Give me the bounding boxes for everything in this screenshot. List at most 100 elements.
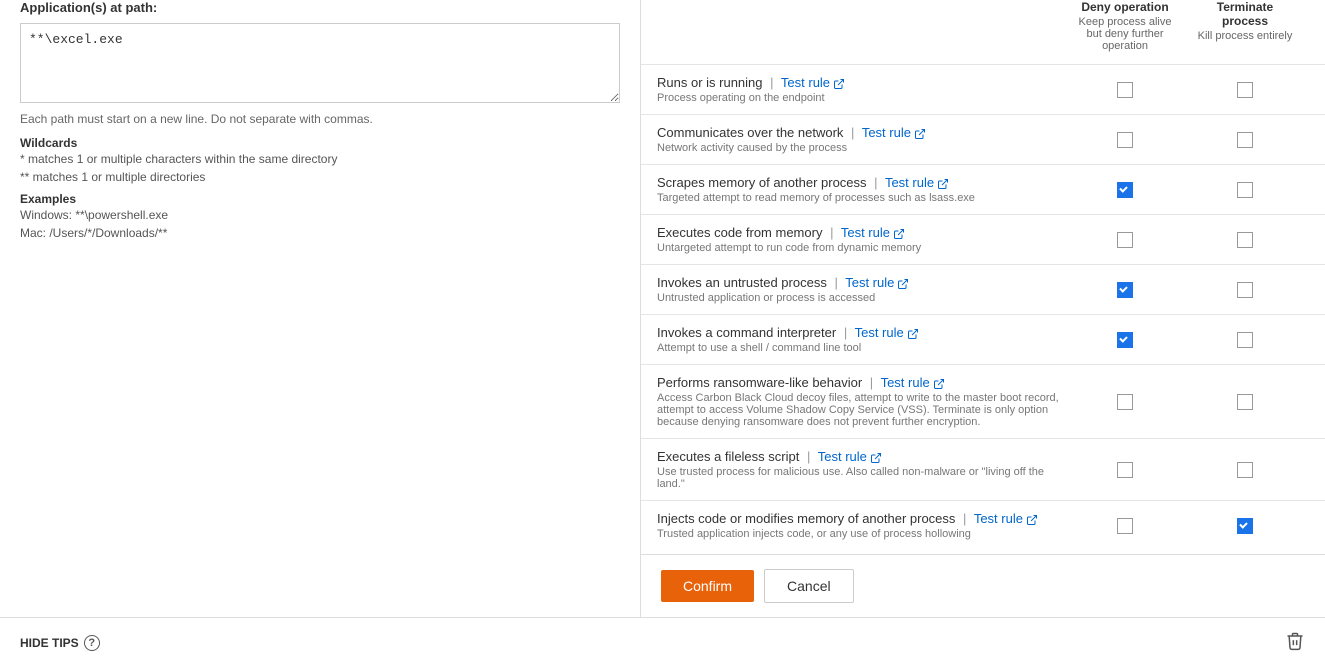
rules-container: Runs or is running | Test ruleProcess op… bbox=[641, 64, 1325, 550]
checkbox-cell-deny bbox=[1065, 132, 1185, 148]
checkbox-cell-deny bbox=[1065, 182, 1185, 198]
column-headers: Deny operation Keep process alive but de… bbox=[641, 0, 1325, 64]
external-link-icon bbox=[1026, 514, 1038, 526]
rule-row: Injects code or modifies memory of anoth… bbox=[641, 500, 1325, 550]
test-rule-link[interactable]: Test rule bbox=[885, 175, 934, 190]
test-rule-link[interactable]: Test rule bbox=[855, 325, 904, 340]
test-rule-link[interactable]: Test rule bbox=[841, 225, 890, 240]
external-link-icon bbox=[833, 78, 845, 90]
rule-desc: Targeted attempt to read memory of proce… bbox=[657, 192, 1065, 204]
rule-row: Invokes a command interpreter | Test rul… bbox=[641, 314, 1325, 364]
cancel-button[interactable]: Cancel bbox=[764, 569, 854, 603]
checkbox-terminate[interactable] bbox=[1237, 182, 1253, 198]
wildcard-line-1: * matches 1 or multiple characters withi… bbox=[20, 150, 620, 168]
rule-desc: Access Carbon Black Cloud decoy files, a… bbox=[657, 392, 1065, 428]
path-label: Application(s) at path: bbox=[20, 0, 620, 15]
test-rule-link[interactable]: Test rule bbox=[881, 375, 930, 390]
checkbox-deny[interactable] bbox=[1117, 332, 1133, 348]
rule-info: Performs ransomware-like behavior | Test… bbox=[657, 375, 1065, 428]
rule-name: Invokes an untrusted process | Test rule bbox=[657, 275, 1065, 290]
test-rule-link[interactable]: Test rule bbox=[974, 511, 1023, 526]
external-link-icon bbox=[933, 378, 945, 390]
rule-info: Executes a fileless script | Test ruleUs… bbox=[657, 449, 1065, 490]
external-link-icon bbox=[937, 178, 949, 190]
test-rule-link[interactable]: Test rule bbox=[818, 449, 867, 464]
wildcards-title: Wildcards bbox=[20, 136, 620, 150]
rule-checkboxes bbox=[1065, 132, 1305, 148]
checkbox-terminate[interactable] bbox=[1237, 132, 1253, 148]
checkbox-terminate[interactable] bbox=[1237, 232, 1253, 248]
action-footer: Confirm Cancel bbox=[641, 554, 1325, 617]
rule-row: Executes a fileless script | Test ruleUs… bbox=[641, 438, 1325, 500]
bottom-bar: HIDE TIPS ? bbox=[0, 617, 1325, 667]
rule-checkboxes bbox=[1065, 282, 1305, 298]
delete-icon[interactable] bbox=[1285, 630, 1305, 655]
external-link-icon bbox=[893, 228, 905, 240]
rule-desc: Attempt to use a shell / command line to… bbox=[657, 342, 1065, 354]
rule-desc: Use trusted process for malicious use. A… bbox=[657, 466, 1065, 490]
rule-name: Runs or is running | Test rule bbox=[657, 75, 1065, 90]
col-header-terminate: Terminate process Kill process entirely bbox=[1185, 0, 1305, 52]
col-header-terminate-label: Terminate process bbox=[1195, 0, 1295, 28]
rule-row: Communicates over the network | Test rul… bbox=[641, 114, 1325, 164]
col-header-deny-sub: Keep process alive but deny further oper… bbox=[1075, 16, 1175, 52]
checkbox-terminate[interactable] bbox=[1237, 462, 1253, 478]
rule-checkboxes bbox=[1065, 82, 1305, 98]
col-header-terminate-sub: Kill process entirely bbox=[1195, 30, 1295, 42]
checkbox-cell-deny bbox=[1065, 282, 1185, 298]
rule-desc: Untargeted attempt to run code from dyna… bbox=[657, 242, 1065, 254]
rule-name: Performs ransomware-like behavior | Test… bbox=[657, 375, 1065, 390]
checkbox-terminate[interactable] bbox=[1237, 518, 1253, 534]
checkbox-cell-terminate bbox=[1185, 332, 1305, 348]
col-header-deny: Deny operation Keep process alive but de… bbox=[1065, 0, 1185, 52]
test-rule-link[interactable]: Test rule bbox=[845, 275, 894, 290]
hide-tips[interactable]: HIDE TIPS ? bbox=[20, 635, 100, 651]
right-panel: Deny operation Keep process alive but de… bbox=[640, 0, 1325, 617]
checkbox-terminate[interactable] bbox=[1237, 332, 1253, 348]
checkbox-terminate[interactable] bbox=[1237, 282, 1253, 298]
rule-checkboxes bbox=[1065, 462, 1305, 478]
test-rule-link[interactable]: Test rule bbox=[781, 75, 830, 90]
rule-row: Runs or is running | Test ruleProcess op… bbox=[641, 64, 1325, 114]
checkbox-terminate[interactable] bbox=[1237, 82, 1253, 98]
confirm-button[interactable]: Confirm bbox=[661, 570, 754, 602]
help-icon[interactable]: ? bbox=[84, 635, 100, 651]
rule-name: Scrapes memory of another process | Test… bbox=[657, 175, 1065, 190]
rule-checkboxes bbox=[1065, 182, 1305, 198]
checkbox-terminate[interactable] bbox=[1237, 394, 1253, 410]
rule-row: Invokes an untrusted process | Test rule… bbox=[641, 264, 1325, 314]
rule-desc: Network activity caused by the process bbox=[657, 142, 1065, 154]
rule-checkboxes bbox=[1065, 332, 1305, 348]
checkbox-deny[interactable] bbox=[1117, 394, 1133, 410]
rule-name: Injects code or modifies memory of anoth… bbox=[657, 511, 1065, 526]
rule-info: Runs or is running | Test ruleProcess op… bbox=[657, 75, 1065, 104]
rule-info: Invokes an untrusted process | Test rule… bbox=[657, 275, 1065, 304]
wildcards-section: Wildcards * matches 1 or multiple charac… bbox=[20, 136, 620, 242]
wildcard-line-2: ** matches 1 or multiple directories bbox=[20, 168, 620, 186]
rule-checkboxes bbox=[1065, 518, 1305, 534]
rule-info: Injects code or modifies memory of anoth… bbox=[657, 511, 1065, 540]
external-link-icon bbox=[907, 328, 919, 340]
checkbox-cell-deny bbox=[1065, 332, 1185, 348]
path-hint: Each path must start on a new line. Do n… bbox=[20, 112, 620, 126]
checkbox-deny[interactable] bbox=[1117, 82, 1133, 98]
checkbox-cell-terminate bbox=[1185, 394, 1305, 410]
checkbox-deny[interactable] bbox=[1117, 132, 1133, 148]
checkbox-cell-deny bbox=[1065, 462, 1185, 478]
checkbox-cell-terminate bbox=[1185, 132, 1305, 148]
checkbox-cell-terminate bbox=[1185, 182, 1305, 198]
checkbox-deny[interactable] bbox=[1117, 282, 1133, 298]
rule-desc: Trusted application injects code, or any… bbox=[657, 528, 1065, 540]
checkbox-deny[interactable] bbox=[1117, 232, 1133, 248]
path-textarea[interactable] bbox=[20, 23, 620, 103]
test-rule-link[interactable]: Test rule bbox=[862, 125, 911, 140]
rule-name: Invokes a command interpreter | Test rul… bbox=[657, 325, 1065, 340]
checkbox-cell-terminate bbox=[1185, 518, 1305, 534]
checkbox-cell-deny bbox=[1065, 518, 1185, 534]
checkbox-deny[interactable] bbox=[1117, 518, 1133, 534]
hide-tips-label: HIDE TIPS bbox=[20, 636, 79, 650]
rule-info: Scrapes memory of another process | Test… bbox=[657, 175, 1065, 204]
checkbox-deny[interactable] bbox=[1117, 182, 1133, 198]
checkbox-deny[interactable] bbox=[1117, 462, 1133, 478]
rule-checkboxes bbox=[1065, 232, 1305, 248]
